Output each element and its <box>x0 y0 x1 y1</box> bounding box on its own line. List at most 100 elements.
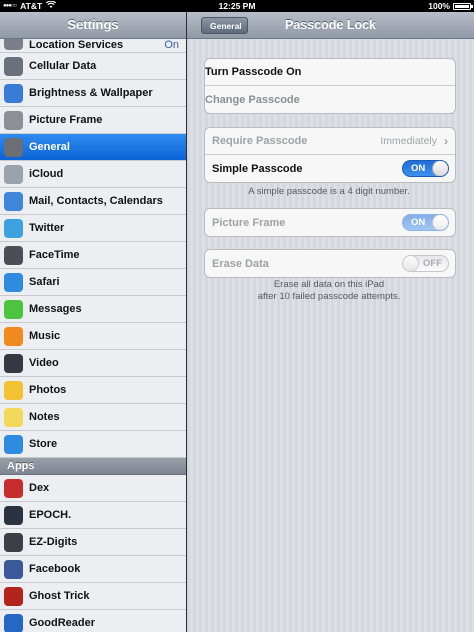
erase-data-label: Erase Data <box>212 257 269 270</box>
brightness-icon <box>4 83 23 103</box>
require-passcode-row[interactable]: Require Passcode Immediately › <box>205 128 455 155</box>
photos-icon <box>4 380 23 400</box>
sidebar-item-facetime[interactable]: FaceTime <box>0 242 186 269</box>
ghost-trick-icon <box>4 586 23 606</box>
sidebar-item-label: Safari <box>29 276 60 288</box>
erase-data-toggle[interactable]: OFF <box>402 255 449 272</box>
picture-frame-toggle[interactable]: ON <box>402 214 449 231</box>
require-passcode-value: Immediately <box>380 135 437 147</box>
sidebar-item-label: Facebook <box>29 563 81 575</box>
toggle-knob <box>403 256 419 271</box>
sidebar-item-ghost-trick[interactable]: Ghost Trick <box>0 583 186 610</box>
epoch-icon <box>4 505 23 525</box>
sidebar-item-location-services[interactable]: Location Services On <box>0 39 186 53</box>
sidebar-item-label: Twitter <box>29 222 65 234</box>
detail-nav-bar: General Passcode Lock <box>187 12 474 39</box>
sidebar-item-label: EPOCH. <box>29 509 72 521</box>
erase-data-row: Erase Data OFF <box>205 250 455 277</box>
erase-note-line1: Erase all data on this iPad <box>273 279 385 290</box>
facebook-icon <box>4 559 23 579</box>
dex-icon <box>4 478 23 498</box>
sidebar-item-label: Store <box>29 438 58 450</box>
music-icon <box>4 326 23 346</box>
sidebar-item-label: Cellular Data <box>29 60 97 72</box>
gear-icon <box>4 137 23 157</box>
simple-passcode-toggle-text: ON <box>411 163 426 174</box>
picture-frame-label: Picture Frame <box>212 216 286 229</box>
passcode-actions-group: Turn Passcode On Change Passcode <box>204 58 456 114</box>
battery-icon <box>453 2 473 10</box>
sidebar-item-icloud[interactable]: iCloud <box>0 161 186 188</box>
sidebar-item-label: Photos <box>29 384 67 396</box>
picture-frame-icon <box>4 110 23 130</box>
mail-icon <box>4 191 23 211</box>
sidebar-item-cellular-data[interactable]: Cellular Data <box>0 53 186 80</box>
sidebar-item-label: Brightness & Wallpaper <box>29 87 153 99</box>
sidebar-item-mail-contacts-calendars[interactable]: Mail, Contacts, Calendars <box>0 188 186 215</box>
chevron-right-icon: › <box>444 134 448 148</box>
sidebar-item-label: Music <box>29 330 61 342</box>
simple-passcode-note: A simple passcode is a 4 digit number. <box>248 186 410 197</box>
sidebar-item-brightness-wallpaper[interactable]: Brightness & Wallpaper <box>0 80 186 107</box>
sidebar-title: Settings <box>67 17 119 32</box>
status-bar: ●●●○○ AT&T 12:25 PM 100% <box>0 0 474 12</box>
sidebar-item-label: Ghost Trick <box>29 590 90 602</box>
picture-frame-group: Picture Frame ON <box>204 208 456 237</box>
sidebar-item-label: Messages <box>29 303 82 315</box>
sidebar-nav-bar: Settings <box>0 12 186 39</box>
settings-sidebar: Settings Location Services On Cellular Dat… <box>0 12 186 632</box>
change-passcode-button[interactable]: Change Passcode <box>205 86 455 113</box>
sidebar-item-label: Mail, Contacts, Calendars <box>29 195 163 207</box>
video-icon <box>4 353 23 373</box>
passcode-options-group: Require Passcode Immediately › Simple Pa… <box>204 127 456 183</box>
sidebar-item-picture-frame[interactable]: Picture Frame <box>0 107 186 134</box>
sidebar-item-store[interactable]: Store <box>0 431 186 458</box>
twitter-icon <box>4 218 23 238</box>
simple-passcode-label: Simple Passcode <box>212 162 303 175</box>
apps-section-header: Apps <box>0 458 186 475</box>
change-passcode-label: Change Passcode <box>205 93 300 106</box>
sidebar-item-dex[interactable]: Dex <box>0 475 186 502</box>
sidebar-item-messages[interactable]: Messages <box>0 296 186 323</box>
toggle-knob <box>432 215 448 230</box>
battery-label: 100% <box>428 1 450 11</box>
sidebar-item-label: Notes <box>29 411 60 423</box>
facetime-icon <box>4 245 23 265</box>
sidebar-item-label: Location Services <box>29 39 124 51</box>
messages-icon <box>4 299 23 319</box>
sidebar-item-photos[interactable]: Photos <box>0 377 186 404</box>
toggle-knob <box>432 161 448 176</box>
sidebar-item-label: FaceTime <box>29 249 80 261</box>
sidebar-item-video[interactable]: Video <box>0 350 186 377</box>
store-icon <box>4 434 23 454</box>
turn-passcode-on-label: Turn Passcode On <box>205 66 302 78</box>
sidebar-item-facebook[interactable]: Facebook <box>0 556 186 583</box>
status-time: 12:25 PM <box>218 1 256 11</box>
location-services-icon <box>4 39 23 50</box>
sidebar-item-twitter[interactable]: Twitter <box>0 215 186 242</box>
page-title: Passcode Lock <box>284 18 376 32</box>
sidebar-item-music[interactable]: Music <box>0 323 186 350</box>
sidebar-item-notes[interactable]: Notes <box>0 404 186 431</box>
sidebar-item-label: Dex <box>29 482 50 494</box>
sidebar-item-general[interactable]: General <box>0 134 186 161</box>
sidebar-item-ez-digits[interactable]: EZ-Digits <box>0 529 186 556</box>
sidebar-item-label: Picture Frame <box>29 114 103 126</box>
sidebar-item-safari[interactable]: Safari <box>0 269 186 296</box>
simple-passcode-toggle[interactable]: ON <box>402 160 449 177</box>
ez-digits-icon <box>4 532 23 552</box>
erase-data-toggle-text: OFF <box>423 258 442 269</box>
sidebar-item-label: GoodReader <box>29 617 96 629</box>
sidebar-item-label: General <box>29 141 70 153</box>
turn-passcode-on-button[interactable]: Turn Passcode On <box>205 59 455 86</box>
settings-list[interactable]: Location Services On Cellular Data Brightne… <box>0 39 186 632</box>
sidebar-item-label: iCloud <box>29 168 64 180</box>
sidebar-item-goodreader[interactable]: GoodReader <box>0 610 186 632</box>
erase-data-note: Erase all data on this iPad after 10 fai… <box>204 279 454 303</box>
sidebar-item-label: EZ-Digits <box>29 536 78 548</box>
cellular-data-icon <box>4 56 23 76</box>
erase-note-line2: after 10 failed passcode attempts. <box>257 291 401 302</box>
sidebar-item-epoch[interactable]: EPOCH. <box>0 502 186 529</box>
erase-data-group: Erase Data OFF <box>204 249 456 278</box>
picture-frame-row: Picture Frame ON <box>205 209 455 236</box>
